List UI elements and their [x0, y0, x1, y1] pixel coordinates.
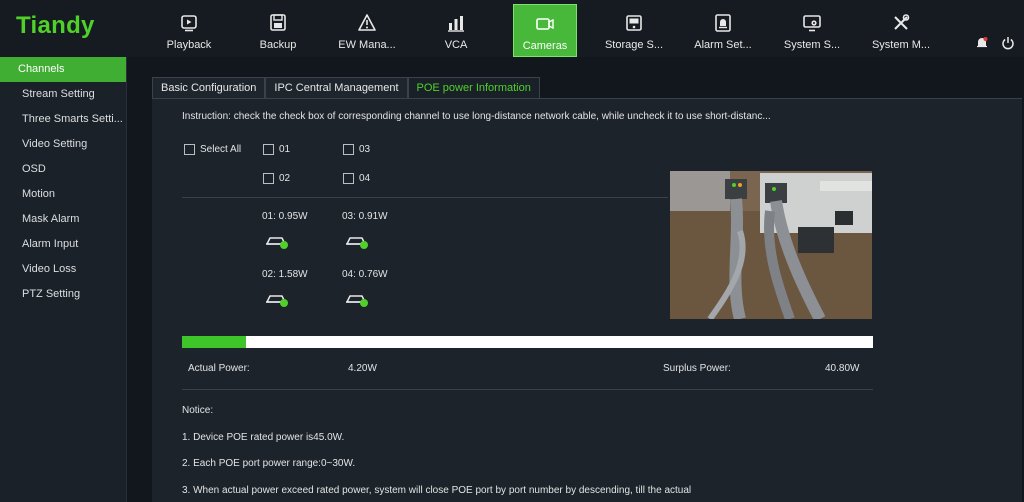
top-bar: Tiandy Playback Backup EW Mana... VCA Ca… — [0, 0, 1024, 57]
nav-storage-settings[interactable]: Storage S... — [594, 4, 674, 57]
checkbox-box[interactable] — [184, 144, 195, 155]
nav-label: Storage S... — [604, 39, 664, 51]
notice-item: 1. Device POE rated power is45.0W. — [182, 432, 345, 443]
power-usage-fill — [182, 336, 247, 348]
nav-cameras[interactable]: Cameras — [513, 4, 577, 57]
port-01-power: 01: 0.95W — [262, 211, 308, 222]
sidebar: Channels Stream Setting Three Smarts Set… — [0, 57, 127, 502]
port-02-power: 02: 1.58W — [262, 269, 308, 280]
sidebar-item-channels[interactable]: Channels — [0, 57, 126, 82]
surplus-power-label: Surplus Power: — [663, 363, 731, 374]
nav-ew-management[interactable]: EW Mana... — [327, 4, 407, 57]
nav-label: Playback — [166, 39, 212, 51]
checkbox-label: Select All — [200, 144, 242, 155]
tab-poe-power-information[interactable]: POE power Information — [407, 77, 540, 98]
divider — [182, 389, 873, 390]
nav-label: EW Mana... — [338, 39, 396, 51]
actual-power-label: Actual Power: — [188, 363, 250, 374]
select-all-checkbox[interactable]: Select All — [184, 144, 241, 155]
camera-online-icon — [264, 292, 290, 308]
checkbox-box[interactable] — [343, 173, 354, 184]
checkbox-label: 04 — [359, 173, 371, 184]
checkbox-label: 03 — [359, 144, 371, 155]
nav-label: Alarm Set... — [694, 39, 752, 51]
tools-icon — [861, 12, 941, 34]
channel-checkbox-02[interactable]: 02 — [263, 173, 290, 184]
tab-ipc-central-management[interactable]: IPC Central Management — [265, 77, 408, 98]
poe-content: Instruction: check the check box of corr… — [152, 98, 1022, 502]
main-panel: Basic Configuration IPC Central Manageme… — [127, 57, 1024, 502]
sidebar-item-mask-alarm[interactable]: Mask Alarm — [0, 207, 126, 232]
poe-device-photo — [670, 171, 872, 319]
checkbox-box[interactable] — [263, 173, 274, 184]
instruction-text: Instruction: check the check box of corr… — [182, 111, 771, 122]
port-03-power: 03: 0.91W — [342, 211, 388, 222]
camera-online-icon — [344, 292, 370, 308]
channel-checkbox-04[interactable]: 04 — [343, 173, 370, 184]
camera-online-icon — [264, 234, 290, 250]
notice-item: 2. Each POE port power range:0~30W. — [182, 458, 356, 469]
power-icon[interactable] — [1001, 36, 1015, 55]
camera-online-icon — [344, 234, 370, 250]
sidebar-item-motion[interactable]: Motion — [0, 182, 126, 207]
checkbox-label: 01 — [279, 144, 291, 155]
vca-chart-icon — [416, 12, 496, 34]
checkbox-box[interactable] — [343, 144, 354, 155]
brand-logo: Tiandy — [16, 12, 95, 39]
floppy-disk-icon — [238, 12, 318, 34]
system-settings-icon — [772, 12, 852, 34]
actual-power-value: 4.20W — [348, 363, 377, 374]
nav-vca[interactable]: VCA — [416, 4, 496, 57]
nav-system-maintenance[interactable]: System M... — [861, 4, 941, 57]
power-usage-bar — [182, 336, 873, 348]
sidebar-item-video-loss[interactable]: Video Loss — [0, 257, 126, 282]
divider — [182, 197, 668, 198]
tab-bar: Basic Configuration IPC Central Manageme… — [152, 77, 540, 98]
playback-icon — [149, 12, 229, 34]
nav-label: Backup — [259, 39, 297, 51]
warning-triangle-icon — [327, 12, 407, 34]
camera-icon — [514, 13, 576, 35]
checkbox-label: 02 — [279, 173, 291, 184]
storage-icon — [594, 12, 674, 34]
nav-backup[interactable]: Backup — [238, 4, 318, 57]
nav-system-settings[interactable]: System S... — [772, 4, 852, 57]
sidebar-item-osd[interactable]: OSD — [0, 157, 126, 182]
checkbox-box[interactable] — [263, 144, 274, 155]
nav-label: System S... — [783, 39, 841, 51]
port-04-power: 04: 0.76W — [342, 269, 388, 280]
nav-label: Cameras — [522, 40, 568, 52]
channel-checkbox-01[interactable]: 01 — [263, 144, 290, 155]
surplus-power-value: 40.80W — [825, 363, 860, 374]
notice-title: Notice: — [182, 405, 214, 416]
alarm-icon — [683, 12, 763, 34]
sidebar-item-video-setting[interactable]: Video Setting — [0, 132, 126, 157]
nav-alarm-settings[interactable]: Alarm Set... — [683, 4, 763, 57]
sidebar-item-stream-setting[interactable]: Stream Setting — [0, 82, 126, 107]
sidebar-item-ptz-setting[interactable]: PTZ Setting — [0, 282, 126, 307]
nav-playback[interactable]: Playback — [149, 4, 229, 57]
nav-label: VCA — [444, 39, 468, 51]
bell-icon[interactable] — [975, 36, 989, 55]
tab-basic-configuration[interactable]: Basic Configuration — [152, 77, 266, 98]
nav-label: System M... — [871, 39, 931, 51]
notice-item: 3. When actual power exceed rated power,… — [182, 485, 692, 496]
channel-checkbox-03[interactable]: 03 — [343, 144, 370, 155]
sidebar-item-alarm-input[interactable]: Alarm Input — [0, 232, 126, 257]
sidebar-item-three-smarts-settings[interactable]: Three Smarts Setti... — [0, 107, 126, 132]
